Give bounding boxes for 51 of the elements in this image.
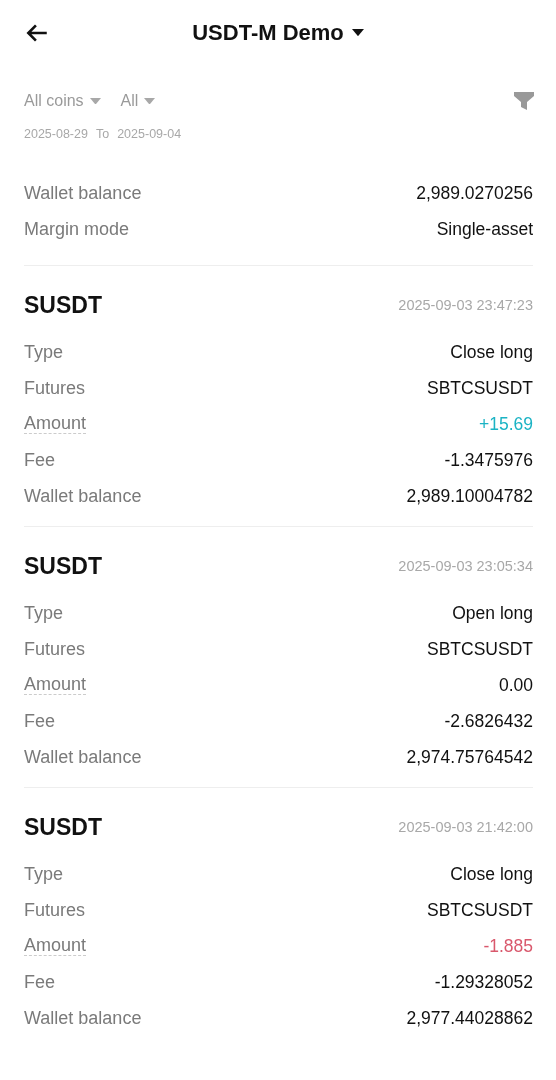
field-label: Futures [24, 899, 86, 921]
field-label: Type [24, 341, 64, 363]
field-value: SBTCSUSDT [427, 638, 533, 660]
field-label: Fee [24, 710, 56, 732]
filter-dropdown[interactable]: All coins [24, 92, 101, 110]
caret-icon [351, 28, 364, 37]
field-value: SBTCSUSDT [427, 377, 533, 399]
field-value: Close long [450, 341, 533, 363]
field-value: 2,977.44028862 [406, 1007, 533, 1029]
date-to[interactable]: 2025-09-04 [117, 127, 182, 141]
filter-button[interactable] [514, 92, 534, 110]
field-value: 0.00 [498, 674, 533, 696]
field-label: Type [24, 863, 64, 885]
hint-label[interactable]: Amount [24, 674, 87, 696]
hint-label[interactable]: Amount [24, 935, 87, 957]
field-label: Margin mode [24, 218, 130, 240]
date-separator: To [95, 127, 110, 141]
field-label: Wallet balance [24, 485, 142, 507]
date-from[interactable]: 2025-08-29 [24, 127, 88, 141]
field-value: +15.69 [479, 413, 533, 435]
field-value: 2,989.0270256 [416, 182, 533, 204]
field-label: Wallet balance [24, 1007, 142, 1029]
field-label: Wallet balance [24, 746, 142, 768]
field-value: -2.6826432 [444, 710, 533, 732]
field-label: Wallet balance [24, 182, 142, 204]
field-value: 2,989.10004782 [406, 485, 533, 507]
record-time: 2025-09-03 23:05:34 [398, 558, 533, 574]
field-value: SBTCSUSDT [427, 899, 533, 921]
record-time: 2025-09-03 21:42:00 [398, 819, 533, 835]
hint-label[interactable]: Amount [24, 413, 87, 435]
filter-dropdown[interactable]: All [120, 92, 156, 110]
field-value: Single-asset [436, 218, 533, 240]
field-label: Type [24, 602, 64, 624]
caret-icon [89, 97, 101, 105]
record-time: 2025-09-03 23:47:23 [398, 297, 533, 313]
coin-name: SUSDT [24, 291, 102, 319]
funnel-icon [514, 92, 534, 110]
field-value: -1.29328052 [434, 971, 533, 993]
coin-name: SUSDT [24, 552, 102, 580]
account-selector[interactable]: USDT-M Demo [192, 19, 364, 46]
field-value: Open long [452, 602, 533, 624]
field-value: 2,974.75764542 [406, 746, 533, 768]
field-value: -1.885 [483, 935, 533, 957]
caret-icon [144, 97, 156, 105]
field-label: Fee [24, 449, 56, 471]
field-value: -1.3475976 [444, 449, 533, 471]
field-label: Futures [24, 638, 86, 660]
field-label: Fee [24, 971, 56, 993]
field-label: Futures [24, 377, 86, 399]
field-value: Close long [450, 863, 533, 885]
coin-name: SUSDT [24, 813, 102, 841]
